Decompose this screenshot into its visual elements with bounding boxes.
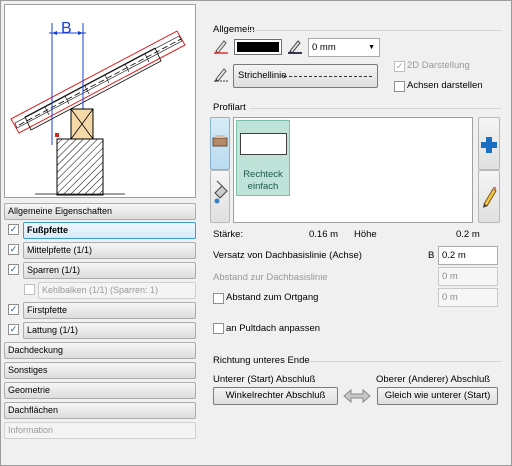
cb-firstpfette[interactable]: ✓ — [8, 304, 19, 315]
nav-item-fusspfette[interactable]: Fußpfette — [23, 222, 196, 239]
preview-dimension-label: B — [61, 20, 72, 37]
roof-section-drawing: B — [10, 20, 186, 196]
cb-fusspfette[interactable]: ✓ — [8, 224, 19, 235]
swap-ends-button[interactable] — [343, 387, 371, 405]
rectangle-profile-icon — [240, 133, 287, 155]
nav-item-firstpfette[interactable]: Firstpfette — [23, 302, 196, 319]
pen-color-icon[interactable] — [213, 38, 229, 54]
linestyle-pen-icon[interactable] — [213, 66, 229, 82]
edit-profile-button[interactable] — [478, 170, 500, 223]
color-swatch — [237, 42, 279, 52]
double-arrow-icon — [343, 388, 371, 404]
lower-end-button[interactable]: Winkelrechter Abschluß — [213, 387, 338, 405]
nav-general-properties[interactable]: Allgemeine Eigenschaften — [4, 203, 196, 220]
checkbox-icon: ✓ — [8, 244, 19, 255]
chevron-down-icon: ▼ — [368, 44, 375, 51]
dashed-line-sample — [284, 76, 372, 77]
checkbox-icon — [213, 293, 224, 304]
nav-section-information: Information — [4, 422, 196, 439]
height-label: Höhe — [354, 229, 377, 240]
checkbox-icon: ✓ — [8, 324, 19, 335]
add-profile-button[interactable] — [478, 117, 500, 170]
distance-ridge-value: 0 m — [442, 292, 458, 303]
nav-item-lattung[interactable]: Lattung (1/1) — [23, 322, 196, 339]
opt-axes-checkbox[interactable] — [394, 81, 405, 95]
distance-roof-value: 0 m — [442, 271, 458, 282]
distance-roof-label: Abstand zur Dachbasislinie — [213, 272, 328, 283]
linestyle-button[interactable]: Strichellinie — [233, 64, 378, 88]
nav-section-dachflaechen[interactable]: Dachflächen — [4, 402, 196, 419]
offset-label: Versatz von Dachbasislinie (Achse) — [213, 250, 362, 261]
group-title-profilart: Profilart — [213, 102, 246, 113]
checkbox-icon: ✓ — [8, 304, 19, 315]
roof-preview: B — [4, 4, 196, 198]
thickness-value: 0.16 m — [309, 229, 339, 240]
checkbox-icon — [213, 323, 224, 334]
profile-list: Rechteck einfach — [233, 117, 473, 223]
opt-2d-label: 2D Darstellung — [407, 60, 470, 71]
upper-end-button-label: Gleich wie unterer (Start) — [384, 390, 491, 401]
checkbox-icon: ✓ — [8, 224, 19, 235]
height-value: 0.2 m — [456, 229, 480, 240]
upper-end-button[interactable]: Gleich wie unterer (Start) — [377, 387, 498, 405]
offset-letter: B — [428, 250, 435, 261]
lower-end-button-label: Winkelrechter Abschluß — [225, 390, 326, 401]
pen-icon — [288, 40, 302, 54]
divider — [247, 30, 501, 31]
lower-end-label: Unterer (Start) Abschluß — [213, 374, 316, 385]
color-swatch-button[interactable] — [234, 39, 282, 55]
profile-paint-button[interactable] — [210, 170, 230, 223]
cb-sparren[interactable]: ✓ — [8, 264, 19, 275]
pen-icon — [214, 40, 228, 54]
opt-axes-label: Achsen darstellen — [407, 80, 483, 91]
thickness-select-value: 0 mm — [312, 42, 336, 53]
nav-section-geometrie[interactable]: Geometrie — [4, 382, 196, 399]
opt-2d-checkbox: ✓ — [394, 61, 405, 72]
nav-section-sonstiges[interactable]: Sonstiges — [4, 362, 196, 379]
thickness-pen-icon[interactable] — [287, 38, 303, 54]
distance-ridge-label: Abstand zum Ortgang — [226, 292, 319, 303]
cb-mittelpfette[interactable]: ✓ — [8, 244, 19, 255]
nav-section-dachdeckung[interactable]: Dachdeckung — [4, 342, 196, 359]
thickness-select[interactable]: 0 mm ▼ — [308, 38, 380, 57]
pencil-icon — [483, 187, 497, 208]
nav-item-sparren[interactable]: Sparren (1/1) — [23, 262, 196, 279]
paint-bucket-icon — [214, 180, 228, 204]
plus-icon — [481, 137, 497, 153]
cb-kehlbalken[interactable] — [24, 284, 35, 298]
upper-end-label: Oberer (Anderer) Abschluß — [376, 374, 491, 385]
thickness-label: Stärke: — [213, 229, 244, 240]
profile-bar-icon — [212, 135, 228, 147]
offset-input[interactable]: 0.2 m — [438, 246, 498, 265]
cb-lattung[interactable]: ✓ — [8, 324, 19, 335]
offset-input-value: 0.2 m — [442, 250, 466, 261]
group-title-direction: Richtung unteres Ende — [213, 355, 310, 366]
profile-catalog-button[interactable] — [210, 117, 230, 170]
divider — [249, 108, 501, 109]
adapt-checkbox[interactable] — [213, 323, 224, 337]
checkbox-icon — [24, 284, 35, 295]
pen-icon — [214, 68, 228, 82]
profile-item-label: Rechteck einfach — [243, 169, 283, 192]
checkbox-icon: ✓ — [8, 264, 19, 275]
distance-ridge-checkbox[interactable] — [213, 293, 224, 307]
profile-item-rectangle[interactable]: Rechteck einfach — [236, 120, 290, 196]
adapt-label: an Pultdach anpassen — [226, 323, 321, 334]
checkbox-icon — [394, 81, 405, 92]
linestyle-label: Strichellinie — [238, 70, 287, 81]
checkbox-icon: ✓ — [394, 61, 405, 72]
distance-ridge-input: 0 m — [438, 288, 498, 307]
divider — [307, 361, 501, 362]
nav-item-mittelpfette[interactable]: Mittelpfette (1/1) — [23, 242, 196, 259]
nav-item-kehlbalken: Kehlbalken (1/1) (Sparren: 1) — [38, 282, 196, 299]
distance-roof-input: 0 m — [438, 267, 498, 286]
